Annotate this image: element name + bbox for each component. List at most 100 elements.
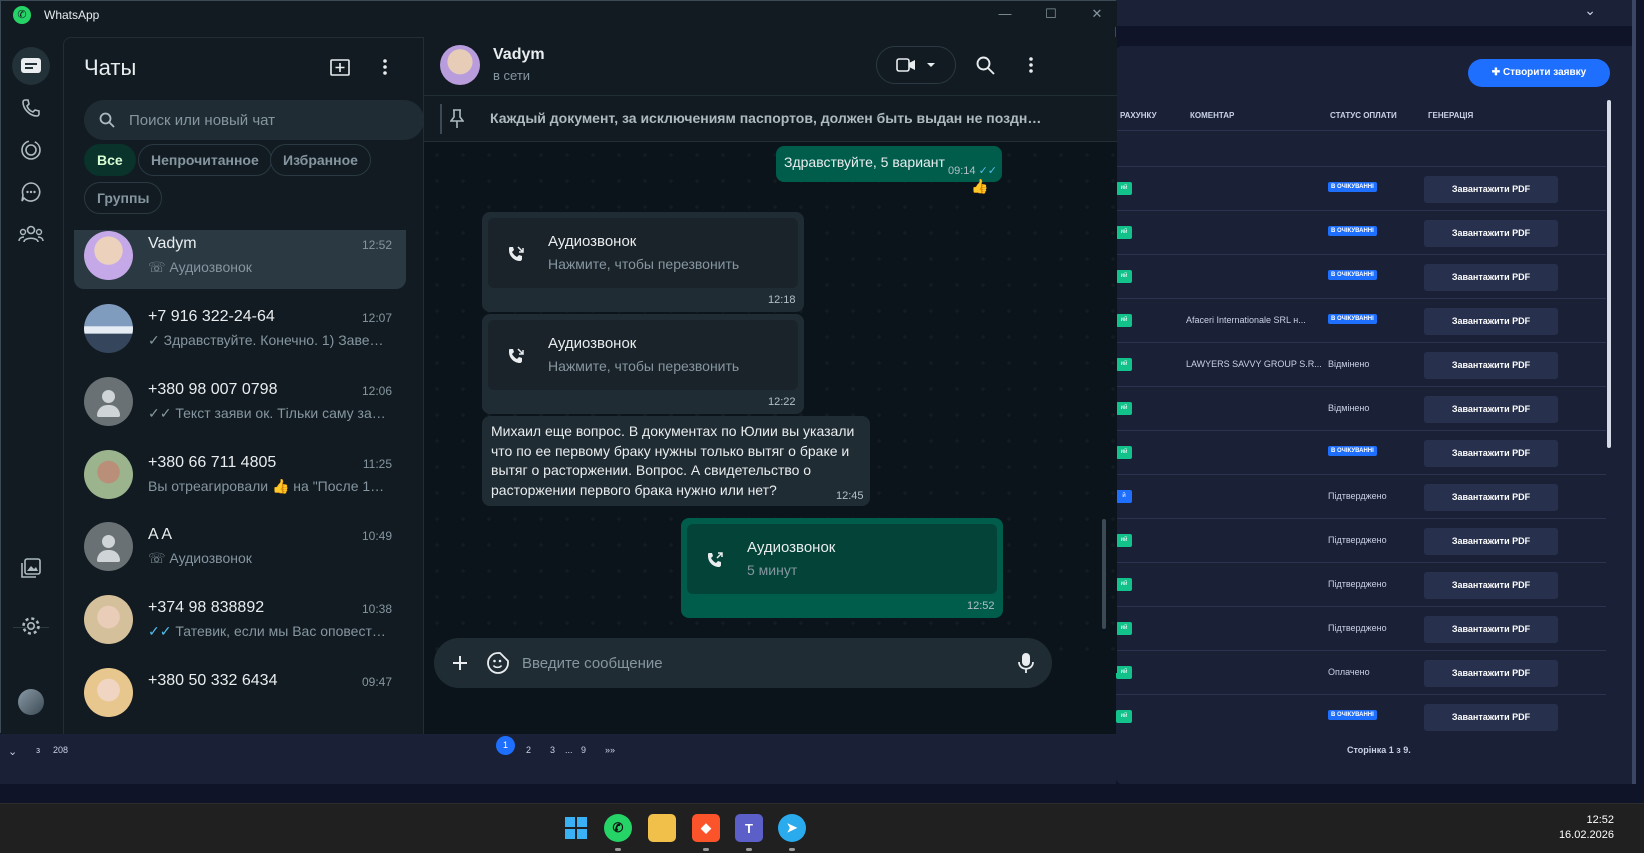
attach-plus-icon[interactable] [448,651,472,675]
page-last[interactable]: »» [605,745,615,755]
gear-icon [22,617,40,635]
table-row: ий В ОЧІКУВАННІ Завантажити PDF [1116,166,1606,210]
search-messages-button[interactable] [970,50,1000,80]
chat-item[interactable]: +374 98 838892 10:38 ✓✓ Татевик, если мы… [74,585,406,653]
system-clock[interactable]: 12:52 16.02.2026 [1559,813,1614,843]
status-nav-button[interactable] [12,131,50,169]
table-scrollbar[interactable] [1607,100,1611,448]
chat-list: Vadym 12:52 ☏ Аудиозвонок +7 916 322-24-… [64,230,444,735]
chat-sidebar: Чаты Все Непрочитанное Избранное Группы … [63,37,443,734]
conversation-header[interactable]: Vadym в сети [424,37,1117,96]
page-1[interactable]: 1 [496,736,515,755]
telegram-icon[interactable]: ➤ [778,814,806,842]
microphone-icon[interactable] [1016,651,1036,675]
download-pdf-button[interactable]: Завантажити PDF [1424,660,1558,687]
channels-icon [21,182,41,202]
file-explorer-icon[interactable] [648,814,676,842]
message-input[interactable] [522,638,992,688]
settings-nav-button[interactable] [12,607,50,645]
search-icon [976,56,995,75]
message-reaction[interactable]: 👍 [969,176,991,196]
page-info: Сторінка 1 з 9. [1347,745,1411,755]
download-pdf-button[interactable]: Завантажити PDF [1424,572,1558,599]
call-card[interactable]: Аудиозвонок Нажмите, чтобы перезвонить [488,218,798,288]
call-bubble-incoming[interactable]: Аудиозвонок Нажмите, чтобы перезвонить 1… [482,314,804,414]
minimize-button[interactable]: — [985,3,1025,25]
download-pdf-button[interactable]: Завантажити PDF [1424,440,1558,467]
filter-favorites[interactable]: Избранное [270,144,371,176]
filter-groups[interactable]: Группы [84,182,163,214]
chat-item[interactable]: +380 98 007 0798 12:06 ✓✓ Текст заяви ок… [74,367,406,435]
missed-call-icon [502,342,530,370]
filter-unread[interactable]: Непрочитанное [138,144,272,176]
download-pdf-button[interactable]: Завантажити PDF [1424,352,1558,379]
page-scrollbar[interactable] [1632,0,1636,784]
contact-avatar[interactable] [440,45,480,85]
download-pdf-button[interactable]: Завантажити PDF [1424,484,1558,511]
download-pdf-button[interactable]: Завантажити PDF [1424,220,1558,247]
start-button[interactable] [562,814,590,842]
download-pdf-button[interactable]: Завантажити PDF [1424,528,1558,555]
chats-nav-button[interactable] [12,47,50,85]
search-input[interactable] [129,100,409,140]
call-card[interactable]: Аудиозвонок 5 минут [687,524,997,594]
contact-status: в сети [493,68,531,83]
download-pdf-button[interactable]: Завантажити PDF [1424,308,1558,335]
table-row: й Підтверджено Завантажити PDF [1116,474,1606,518]
column-header-account: РАХУНКУ [1120,111,1157,120]
download-pdf-button[interactable]: Завантажити PDF [1424,176,1558,203]
avatar [84,595,133,644]
chat-item[interactable]: +7 916 322-24-64 12:07 ✓ Здравствуйте. К… [74,294,406,362]
page-9[interactable]: 9 [581,745,586,755]
chat-time: 10:49 [361,529,392,543]
download-pdf-button[interactable]: Завантажити PDF [1424,704,1558,731]
call-subtitle: Нажмите, чтобы перезвонить [548,358,740,374]
chat-item[interactable]: A A 10:49 ☏ Аудиозвонок [74,512,406,580]
filter-all[interactable]: Все [84,144,136,176]
close-button[interactable]: ✕ [1077,3,1117,25]
chevron-down-icon[interactable]: ⌄ [1584,2,1596,19]
calls-nav-button[interactable] [12,89,50,127]
chat-item[interactable]: +380 50 332 6434 09:47 [74,658,406,726]
pinned-message-bar[interactable]: Каждый документ, за исключениям паспорто… [424,96,1117,142]
call-bubble-outgoing[interactable]: Аудиозвонок 5 минут 12:52 [681,518,1003,618]
download-pdf-button[interactable]: Завантажити PDF [1424,396,1558,423]
payment-status: Підтверджено [1328,623,1387,633]
new-chat-button[interactable] [325,52,355,82]
communities-nav-button[interactable] [12,215,50,253]
brave-browser-icon[interactable]: ◆ [692,814,720,842]
media-nav-button[interactable] [12,549,50,587]
taskbar: ✆ ◆ T ➤ 12:52 16.02.2026 [0,803,1644,853]
page-2[interactable]: 2 [526,745,531,755]
chat-name: Vadym [148,235,197,252]
outgoing-call-icon [701,546,729,574]
video-camera-icon [896,58,915,72]
download-pdf-button[interactable]: Завантажити PDF [1424,264,1558,291]
chat-item[interactable]: +380 66 711 4805 11:25 Вы отреагировали … [74,440,406,508]
sidebar-menu-button[interactable] [370,52,400,82]
call-bubble-incoming[interactable]: Аудиозвонок Нажмите, чтобы перезвонить 1… [482,212,804,312]
create-request-button[interactable]: ✚ Створити заявку [1468,59,1610,87]
chat-item-vadym[interactable]: Vadym 12:52 ☏ Аудиозвонок [74,230,406,289]
conversation-menu-button[interactable] [1016,50,1046,80]
profile-avatar[interactable] [18,689,44,715]
teams-icon[interactable]: T [735,814,763,842]
download-pdf-button[interactable]: Завантажити PDF [1424,616,1558,643]
column-header-comment: КОМЕНТАР [1190,111,1235,120]
whatsapp-taskbar-icon[interactable]: ✆ [604,814,632,842]
pin-icon [450,109,464,128]
video-call-button[interactable] [876,46,956,84]
sticker-icon[interactable] [486,651,510,675]
account-type-badge: ий [1116,182,1132,195]
maximize-button[interactable]: ☐ [1031,3,1071,25]
message-bubble-incoming[interactable]: Михаил еще вопрос. В документах по Юлии … [482,416,870,506]
message-scrollbar[interactable] [1102,519,1106,629]
page-size-select[interactable]: ⌄ [8,745,17,758]
media-gallery-icon [21,558,41,578]
payment-status: Оплачено [1328,667,1370,677]
call-card[interactable]: Аудиозвонок Нажмите, чтобы перезвонить [488,320,798,390]
page-3[interactable]: 3 [550,745,555,755]
chat-name: +7 916 322-24-64 [148,308,275,325]
channels-nav-button[interactable] [12,173,50,211]
search-bar [84,100,424,140]
